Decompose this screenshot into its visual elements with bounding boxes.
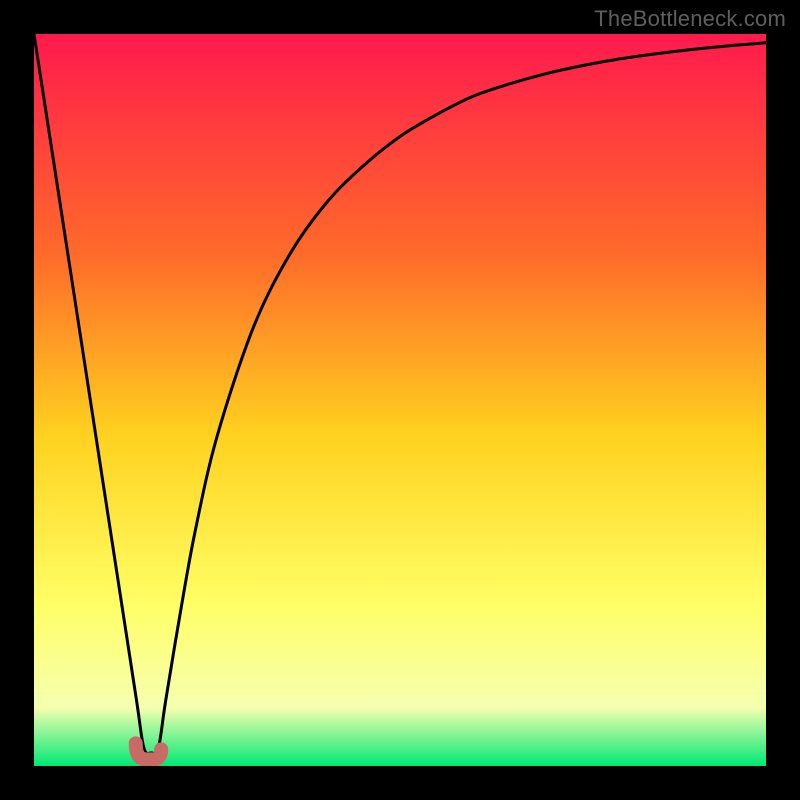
watermark-text: TheBottleneck.com [594,6,786,32]
chart-frame: TheBottleneck.com [0,0,800,800]
gradient-background [34,34,766,766]
bottleneck-chart [34,34,766,766]
plot-area [34,34,766,766]
